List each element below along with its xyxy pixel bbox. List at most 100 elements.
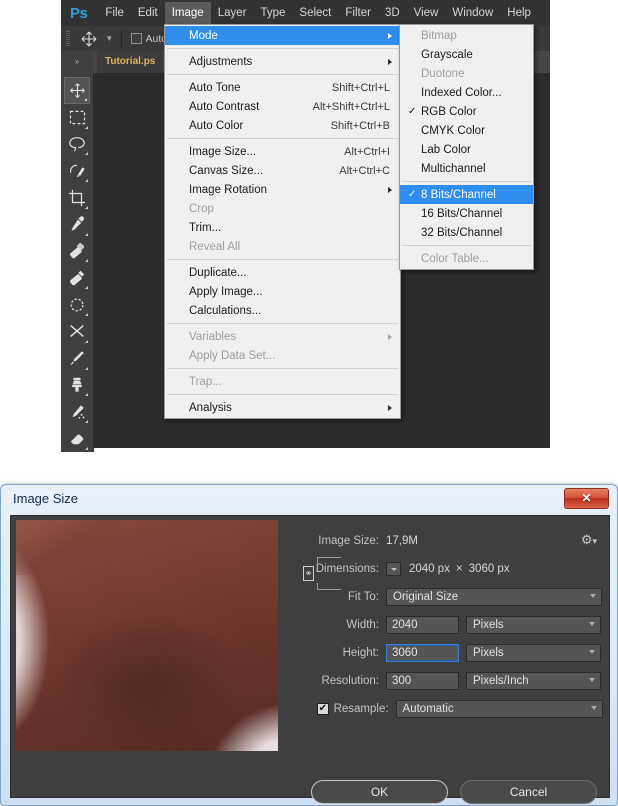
tool-spot-healing-brush[interactable] [64,238,90,265]
width-unit-select[interactable]: Pixels [466,616,601,634]
image-menu-item[interactable]: Duplicate... [165,263,400,282]
image-preview[interactable] [16,520,278,751]
image-menu-item[interactable]: Image Size... Alt+Ctrl+I [165,142,400,161]
tool-history-brush[interactable] [64,291,90,318]
image-menu-item[interactable]: Auto Color Shift+Ctrl+B [165,116,400,135]
resolution-unit-select[interactable]: Pixels/Inch [466,672,601,690]
menu-item-label: Variables [189,330,237,343]
submenu-arrow-icon [388,58,392,65]
menu-edit[interactable]: Edit [131,2,165,24]
document-tab[interactable]: Tutorial.ps [97,51,164,73]
image-menu-item[interactable]: Apply Image... [165,282,400,301]
dimensions-row: Dimensions: 2040 px × 3060 px [303,558,603,580]
gear-icon[interactable]: ⚙▾ [581,532,597,548]
menu-item-label: Calculations... [189,304,262,317]
close-icon[interactable]: ✕ [564,488,609,509]
mode-menu-item: Duotone [400,64,533,83]
mode-menu-item[interactable]: Multichannel [400,159,533,178]
height-input[interactable]: 3060 [386,644,459,662]
image-menu-item: Trap... [165,372,400,391]
width-input[interactable]: 2040 [386,616,459,634]
toolbox [61,73,94,452]
menu-separator [402,245,531,246]
cancel-button[interactable]: Cancel [460,780,597,804]
tool-eraser[interactable] [64,425,90,452]
resample-row: ✔ Resample: Automatic [303,698,603,720]
tool-quick-selection[interactable] [64,157,90,184]
mode-menu-item-label: 16 Bits/Channel [421,207,503,220]
options-bar-grip[interactable] [66,31,70,46]
mode-menu-item-label: CMYK Color [421,124,485,137]
chain-link-icon[interactable]: ⚭ [303,566,314,581]
tool-paint-brush[interactable] [64,345,90,372]
panel-expand-icon[interactable]: » [61,51,93,73]
mode-menu-item[interactable]: CMYK Color [400,121,533,140]
tool-lasso[interactable] [64,131,90,158]
menu-layer[interactable]: Layer [211,2,254,24]
mode-menu-item[interactable]: ✓ RGB Color [400,102,533,121]
tool-brush[interactable] [64,264,90,291]
mode-menu-item-label: Color Table... [421,252,489,265]
image-menu-item[interactable]: Auto Tone Shift+Ctrl+L [165,78,400,97]
mode-menu-item-label: Bitmap [421,29,457,42]
menu-item-label: Reveal All [189,240,241,253]
tool-preset-caret-icon[interactable]: ▾ [107,33,112,44]
menu-image[interactable]: Image [164,2,211,24]
menu-3d[interactable]: 3D [378,2,407,24]
tool-blur[interactable] [64,398,90,425]
auto-select-checkbox[interactable] [130,33,142,44]
menu-item-label: Analysis [189,401,232,414]
mode-menu-item-label: Indexed Color... [421,86,502,99]
menu-view[interactable]: View [407,2,446,24]
fit-to-select[interactable]: Original Size [386,588,602,606]
image-menu-item[interactable]: Trim... [165,218,400,237]
mode-menu-item[interactable]: 16 Bits/Channel [400,204,533,223]
menu-item-label: Trim... [189,221,222,234]
mode-menu-item-label: Grayscale [421,48,473,61]
mode-menu-item[interactable]: Lab Color [400,140,533,159]
dimensions-units-dropdown[interactable] [386,562,401,576]
menu-select[interactable]: Select [292,2,338,24]
image-menu-item[interactable]: Auto Contrast Alt+Shift+Ctrl+L [165,97,400,116]
image-menu-item[interactable]: Canvas Size... Alt+Ctrl+C [165,161,400,180]
resample-value: Automatic [402,703,454,715]
dimensions-separator: × [455,563,463,575]
mode-menu-item[interactable]: ✓ 8 Bits/Channel [400,185,533,204]
menu-window[interactable]: Window [445,2,500,24]
link-dimensions-control[interactable]: ⚭ [303,550,341,596]
image-menu-item[interactable]: Adjustments [165,52,400,71]
resample-checkbox[interactable]: ✔ [317,703,329,715]
image-menu-item[interactable]: Calculations... [165,301,400,320]
resample-label: Resample: [333,703,389,715]
menu-separator [167,394,398,395]
gear-glyph: ⚙ [580,532,593,547]
image-menu-item[interactable]: Image Rotation [165,180,400,199]
mode-menu-item[interactable]: 32 Bits/Channel [400,223,533,242]
resolution-unit-value: Pixels/Inch [473,675,529,687]
move-tool-icon[interactable] [79,30,99,48]
menu-help[interactable]: Help [500,2,538,24]
tool-eyedropper[interactable] [64,211,90,238]
height-unit-select[interactable]: Pixels [466,644,601,662]
submenu-arrow-icon [388,404,392,411]
image-menu-item[interactable]: Analysis [165,398,400,417]
menu-separator [402,181,531,182]
tool-clone-stamp[interactable] [64,372,90,399]
mode-menu-item[interactable]: Indexed Color... [400,83,533,102]
tool-gradient[interactable] [64,318,90,345]
image-size-row: Image Size: 17,9M ⚙▾ [303,530,603,552]
tool-marquee[interactable] [64,104,90,131]
resample-select[interactable]: Automatic [395,700,603,718]
mode-menu-item-label: RGB Color [421,105,477,118]
image-menu-item: Variables [165,327,400,346]
tool-move[interactable] [64,77,90,104]
mode-menu-item[interactable]: Grayscale [400,45,533,64]
menu-file[interactable]: File [98,2,131,24]
menu-item-label: Canvas Size... [189,164,264,177]
image-menu-item[interactable]: Mode [165,26,400,45]
menu-type[interactable]: Type [253,2,292,24]
resolution-input[interactable]: 300 [386,672,459,690]
menu-filter[interactable]: Filter [338,2,378,24]
tool-crop[interactable] [64,184,90,211]
ok-button[interactable]: OK [311,780,448,804]
